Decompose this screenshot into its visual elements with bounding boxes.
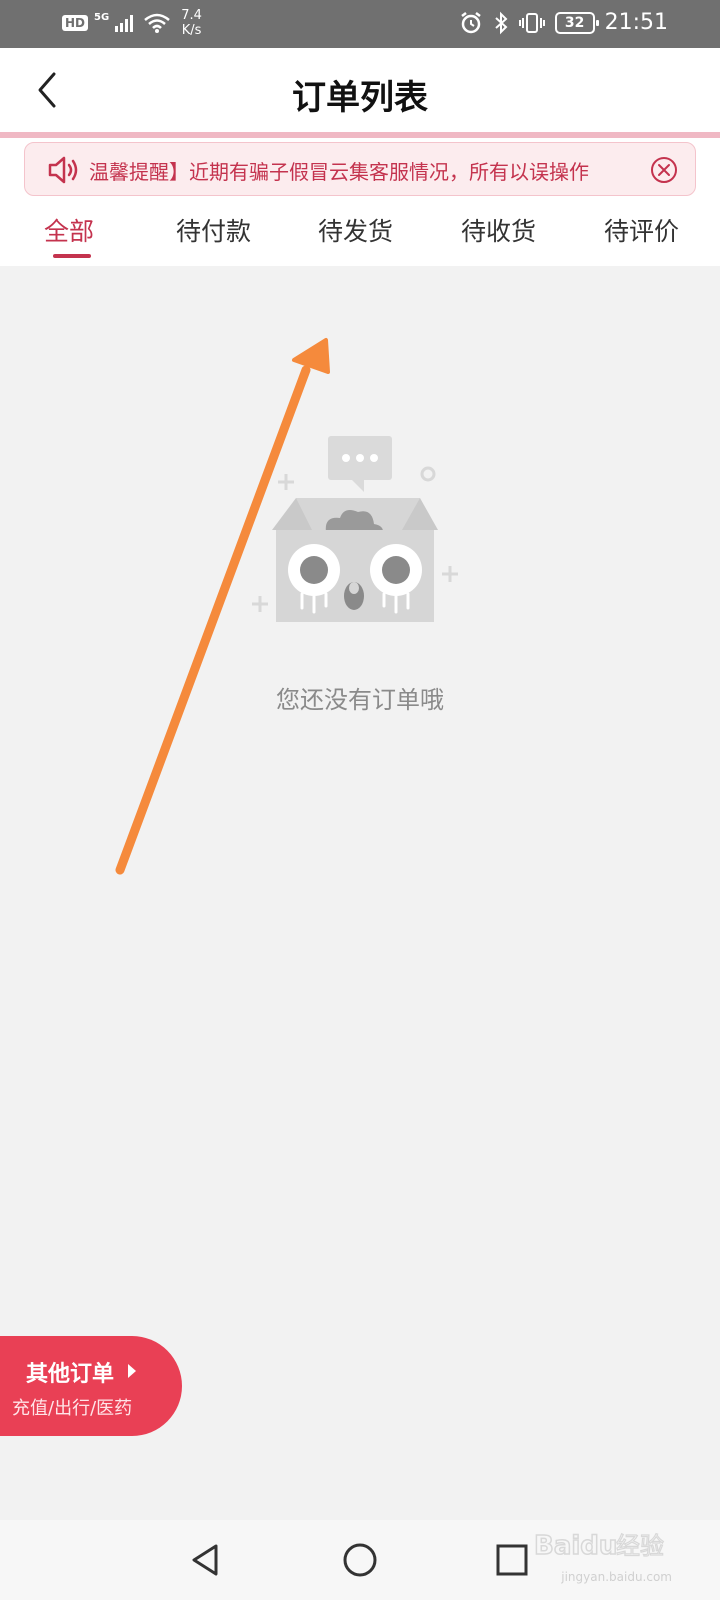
empty-box-illustration (252, 436, 458, 622)
signal-icon (115, 15, 134, 32)
bluetooth-icon (494, 11, 508, 34)
empty-message: 您还没有订单哦 (276, 686, 444, 714)
clock: 21:51 (604, 10, 668, 35)
status-bar: HD 5G 7.4 K/s 32 21:51 (0, 0, 720, 48)
other-orders-button[interactable]: 其他订单 充值/出行/医药 (0, 1336, 182, 1436)
tab-pending-review[interactable]: 待评价 (604, 212, 679, 248)
tab-pending-payment[interactable]: 待付款 (176, 212, 251, 248)
hd-indicator: HD (62, 15, 89, 31)
svg-text:Baidu: Baidu (534, 1531, 617, 1561)
network-type: 5G (94, 11, 110, 23)
battery-level: 32 (564, 14, 585, 31)
close-icon[interactable] (649, 155, 679, 185)
tab-pending-receipt[interactable]: 待收货 (461, 212, 536, 248)
order-tabs: 全部 待付款 待发货 待收货 待评价 (0, 202, 720, 266)
other-orders-subtitle: 充值/出行/医药 (12, 1398, 133, 1419)
svg-text:经验: 经验 (616, 1532, 664, 1560)
nav-back-icon[interactable] (184, 1538, 228, 1582)
alarm-icon (460, 11, 481, 33)
other-orders-title: 其他订单 (26, 1362, 115, 1387)
speed-value: 7.4 (181, 8, 202, 23)
active-tab-indicator (53, 254, 91, 258)
tab-all[interactable]: 全部 (44, 212, 94, 248)
caret-right-icon (128, 1364, 136, 1378)
watermark-url: jingyan.baidu.com (561, 1570, 672, 1584)
nav-home-icon[interactable] (338, 1538, 382, 1582)
tab-pending-shipment[interactable]: 待发货 (318, 212, 393, 248)
status-right: 32 21:51 (459, 10, 668, 35)
speed-unit: K/s (181, 23, 202, 38)
network-speed: 7.4 K/s (181, 8, 202, 38)
nav-recents-icon[interactable] (490, 1538, 534, 1582)
wifi-icon (144, 13, 170, 33)
battery-icon: 32 (554, 11, 599, 34)
header: 订单列表 (0, 48, 720, 132)
notice-bar[interactable]: 温馨提醒】近期有骗子假冒云集客服情况，所有以误操作 (24, 142, 696, 196)
notice-area: 温馨提醒】近期有骗子假冒云集客服情况，所有以误操作 (0, 138, 720, 202)
status-left: HD 5G 7.4 K/s (62, 8, 202, 38)
vibrate-icon (518, 12, 545, 33)
notice-text: 温馨提醒】近期有骗子假冒云集客服情况，所有以误操作 (89, 160, 589, 184)
speaker-icon (48, 156, 78, 184)
page-title: 订单列表 (292, 78, 428, 118)
